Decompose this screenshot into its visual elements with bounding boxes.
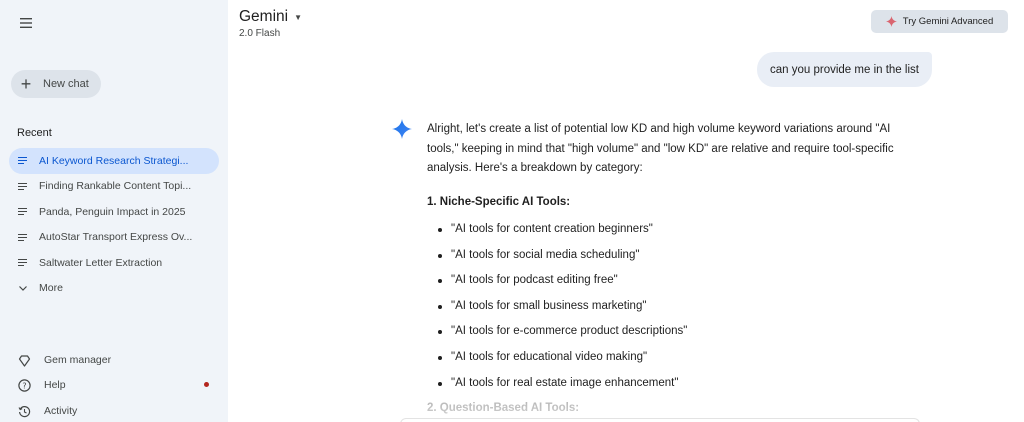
chat-icon bbox=[18, 182, 27, 190]
menu-button[interactable] bbox=[14, 11, 38, 35]
recent-chat-item[interactable]: Panda, Penguin Impact in 2025 bbox=[9, 199, 219, 225]
sidebar: + New chat Recent AI Keyword Research St… bbox=[0, 0, 228, 422]
activity-button[interactable]: Activity bbox=[17, 401, 77, 421]
history-icon bbox=[17, 404, 31, 418]
model-response: Alright, let's create a list of potentia… bbox=[427, 120, 917, 396]
list-item: "AI tools for content creation beginners… bbox=[427, 217, 917, 243]
app-title: Gemini bbox=[239, 8, 289, 25]
gem-manager-button[interactable]: Gem manager bbox=[17, 350, 111, 370]
new-chat-label: New chat bbox=[43, 78, 89, 90]
plus-icon: + bbox=[20, 74, 32, 94]
recent-chat-label: Saltwater Letter Extraction bbox=[39, 256, 163, 269]
prompt-input-box[interactable] bbox=[400, 418, 920, 422]
user-message-bubble: can you provide me in the list bbox=[757, 52, 932, 87]
user-message-text: can you provide me in the list bbox=[770, 63, 919, 76]
list-item: "AI tools for podcast editing free" bbox=[427, 268, 917, 294]
activity-label: Activity bbox=[44, 405, 78, 417]
svg-text:?: ? bbox=[22, 381, 26, 390]
gem-manager-label: Gem manager bbox=[44, 354, 112, 366]
list-item: "AI tools for small business marketing" bbox=[427, 294, 917, 320]
recent-chat-label: AI Keyword Research Strategi... bbox=[39, 154, 189, 167]
model-name: 2.0 Flash bbox=[239, 28, 281, 39]
help-icon: ? bbox=[17, 378, 31, 392]
recent-heading: Recent bbox=[17, 127, 52, 139]
new-chat-button[interactable]: + New chat bbox=[11, 70, 101, 98]
list-item: "AI tools for real estate image enhancem… bbox=[427, 371, 917, 397]
help-button[interactable]: ? Help bbox=[17, 375, 66, 395]
more-label: More bbox=[39, 282, 63, 295]
gemini-sparkle-icon bbox=[392, 119, 412, 139]
try-gemini-advanced-label: Try Gemini Advanced bbox=[902, 16, 994, 27]
gem-icon bbox=[17, 353, 31, 367]
try-gemini-advanced-button[interactable]: Try Gemini Advanced bbox=[871, 10, 1008, 33]
chat-icon bbox=[18, 259, 27, 267]
chevron-down-icon bbox=[18, 283, 27, 293]
sparkle-icon bbox=[885, 16, 897, 27]
model-switcher-button[interactable]: Gemini ▼ bbox=[239, 8, 302, 26]
notification-dot bbox=[204, 382, 209, 387]
recent-chat-label: Panda, Penguin Impact in 2025 bbox=[39, 205, 186, 218]
recent-chat-label: AutoStar Transport Express Ov... bbox=[39, 231, 193, 244]
section-heading-faded: 2. Question-Based AI Tools: bbox=[427, 402, 580, 414]
help-label: Help bbox=[44, 379, 66, 391]
keyword-list: "AI tools for content creation beginners… bbox=[427, 217, 917, 396]
caret-down-icon: ▼ bbox=[294, 12, 303, 22]
list-item: "AI tools for educational video making" bbox=[427, 345, 917, 371]
section-heading: 1. Niche-Specific AI Tools: bbox=[427, 195, 571, 208]
hamburger-menu-icon bbox=[20, 18, 32, 28]
list-item: "AI tools for social media scheduling" bbox=[427, 243, 917, 269]
recent-chat-item[interactable]: Finding Rankable Content Topi... bbox=[9, 174, 219, 200]
recent-chat-label: Finding Rankable Content Topi... bbox=[39, 180, 192, 193]
recent-chat-item[interactable]: Saltwater Letter Extraction bbox=[9, 250, 219, 276]
chat-icon bbox=[18, 208, 27, 216]
chat-icon bbox=[18, 233, 27, 241]
response-intro: Alright, let's create a list of potentia… bbox=[427, 123, 894, 174]
chat-icon bbox=[18, 157, 27, 165]
recent-chat-item[interactable]: AutoStar Transport Express Ov... bbox=[9, 225, 219, 251]
list-item: "AI tools for e-commerce product descrip… bbox=[427, 319, 917, 345]
more-button[interactable]: More bbox=[9, 276, 219, 302]
recent-chat-item[interactable]: AI Keyword Research Strategi... bbox=[9, 148, 219, 174]
model-switcher: Gemini ▼ 2.0 Flash bbox=[239, 8, 302, 39]
recent-chats-list: AI Keyword Research Strategi... Finding … bbox=[9, 148, 219, 301]
